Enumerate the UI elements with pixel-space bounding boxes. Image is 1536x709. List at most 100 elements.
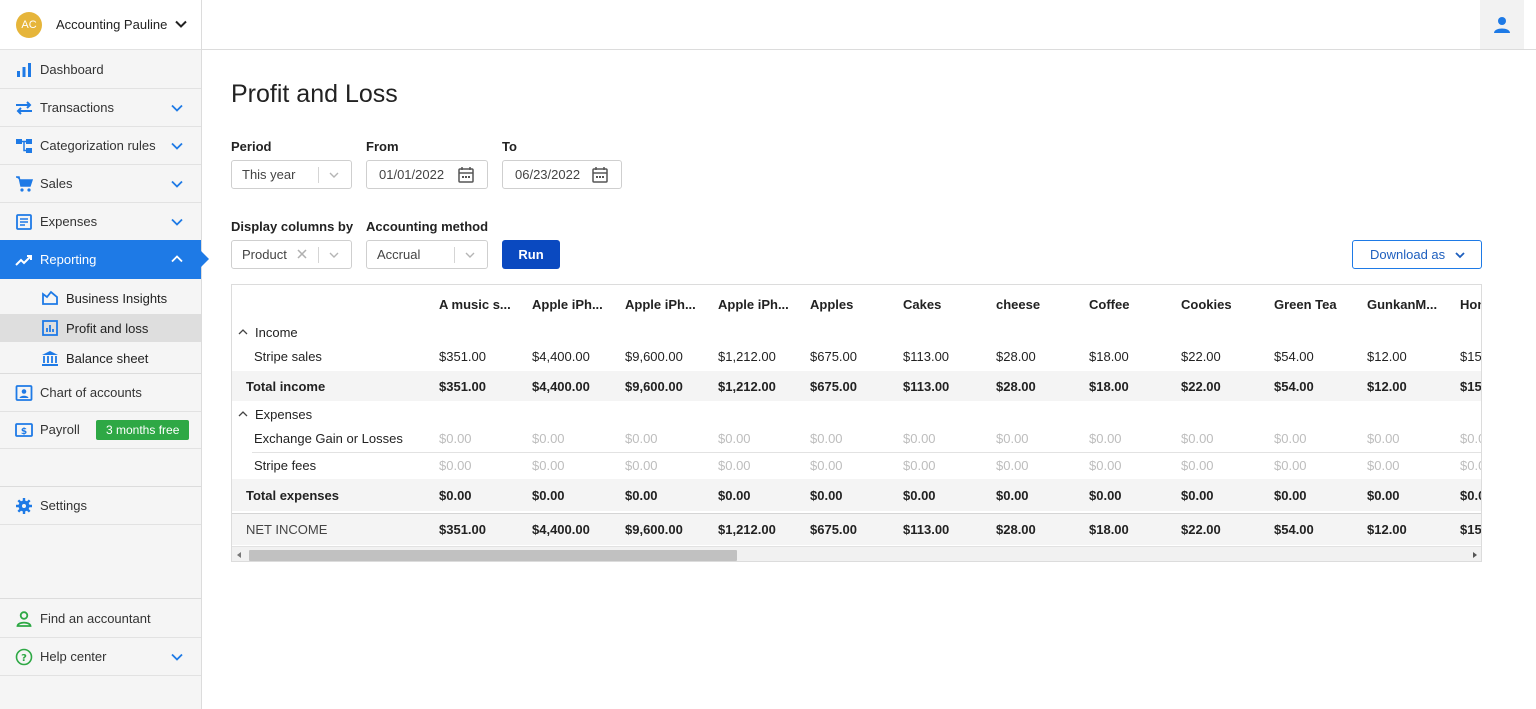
table-cell: $0.00	[903, 487, 936, 503]
table-cell: $18.00	[1089, 348, 1129, 364]
table-cell: $54.00	[1274, 378, 1314, 394]
table-cell: $0.0	[1460, 430, 1481, 446]
table-cell: $0.00	[625, 457, 658, 473]
column-header: Cakes	[903, 296, 942, 312]
column-header: Cookies	[1181, 296, 1232, 312]
chevron-down-icon[interactable]	[170, 215, 184, 229]
table-cell: $0.00	[1089, 457, 1122, 473]
period-select[interactable]: This year	[231, 160, 352, 189]
from-label: From	[366, 139, 399, 154]
swap-arrows-icon	[14, 98, 34, 118]
nav-label: Settings	[40, 498, 87, 513]
row-label: Stripe fees	[254, 457, 317, 473]
table-cell: $351.00	[439, 378, 486, 394]
table-cell: $0.00	[1274, 457, 1307, 473]
table-cell: $28.00	[996, 348, 1036, 364]
person-icon	[14, 609, 34, 629]
from-date-input[interactable]: 01/01/2022	[366, 160, 488, 189]
table-cell: $0.00	[1367, 487, 1400, 503]
calendar-icon[interactable]	[591, 166, 609, 184]
table-cell: $1,212.00	[718, 378, 776, 394]
table-cell: $1,212.00	[718, 348, 776, 364]
nav-reporting[interactable]: Reporting	[0, 240, 209, 279]
run-button[interactable]: Run	[502, 240, 560, 269]
chevron-down-icon[interactable]	[170, 101, 184, 115]
svg-text:$: $	[21, 427, 27, 437]
table-cell: $0.00	[532, 487, 565, 503]
table-cell: $0.00	[1089, 430, 1122, 446]
chevron-down-icon[interactable]	[174, 17, 188, 31]
nav-help-center[interactable]: ? Help center	[0, 638, 201, 676]
table-cell: $0.00	[718, 457, 751, 473]
horizontal-scrollbar[interactable]	[232, 546, 1481, 561]
to-date-input[interactable]: 06/23/2022	[502, 160, 622, 189]
download-as-button[interactable]: Download as	[1352, 240, 1482, 269]
nav-label: Categorization rules	[40, 138, 156, 153]
chevron-up-icon[interactable]	[170, 252, 184, 266]
chevron-up-icon[interactable]	[238, 409, 248, 419]
nav-transactions[interactable]: Transactions	[0, 89, 201, 127]
nav-payroll[interactable]: $ Payroll 3 months free	[0, 411, 201, 449]
scroll-thumb[interactable]	[249, 550, 737, 561]
nav-dashboard[interactable]: Dashboard	[0, 51, 201, 89]
table-cell: $351.00	[439, 522, 486, 537]
table-cell: $0.00	[903, 430, 936, 446]
shopping-cart-icon	[14, 174, 34, 194]
chevron-up-icon[interactable]	[238, 327, 248, 337]
nav-sales[interactable]: Sales	[0, 165, 201, 203]
table-cell: $9,600.00	[625, 378, 683, 394]
report-table: A music s... Apple iPh... Apple iPh... Appl…	[231, 284, 1482, 562]
display-columns-select[interactable]: Product	[231, 240, 352, 269]
table-cell: $0.0	[1460, 457, 1481, 473]
table-cell: $0.00	[718, 430, 751, 446]
top-bar	[202, 0, 1536, 50]
nav-chart-of-accounts[interactable]: Chart of accounts	[0, 374, 201, 412]
company-switcher[interactable]: AC Accounting Pauline	[0, 0, 201, 50]
report-icon	[40, 318, 60, 338]
nav-settings[interactable]: Settings	[0, 487, 201, 525]
column-header: Apple iPh...	[532, 296, 603, 312]
table-row-total-expenses: Total expenses $0.00 $0.00 $0.00 $0.00 $0.00 $…	[232, 479, 1481, 511]
scroll-left-arrow[interactable]	[237, 552, 241, 558]
column-header: cheese	[996, 296, 1041, 312]
bar-chart-icon	[14, 60, 34, 80]
sidebar: AC Accounting Pauline Dashboard Transact…	[0, 0, 209, 709]
section-label: Income	[255, 324, 298, 340]
table-cell: $0.00	[1181, 487, 1214, 503]
table-cell: $12.00	[1367, 522, 1407, 537]
table-cell: $28.00	[996, 378, 1036, 394]
chevron-down-icon[interactable]	[170, 650, 184, 664]
accounting-method-select[interactable]: Accrual	[366, 240, 488, 269]
table-cell: $675.00	[810, 522, 857, 537]
table-cell: $1,212.00	[718, 522, 776, 537]
clear-icon[interactable]	[295, 247, 309, 261]
column-header: Apple iPh...	[625, 296, 696, 312]
nav-profit-and-loss[interactable]: Profit and loss	[0, 314, 201, 342]
nav-label: Payroll	[40, 422, 80, 437]
chevron-down-icon[interactable]	[170, 139, 184, 153]
table-cell: $675.00	[810, 348, 857, 364]
table-cell: $12.00	[1367, 348, 1407, 364]
nav-label: Find an accountant	[40, 611, 151, 626]
nav-expenses[interactable]: Expenses	[0, 203, 201, 241]
scroll-right-arrow[interactable]	[1473, 552, 1477, 558]
table-row: Stripe fees $0.00 $0.00 $0.00 $0.00 $0.00 $0.0…	[232, 452, 1481, 478]
svg-text:?: ?	[21, 653, 27, 664]
table-cell: $0.00	[903, 457, 936, 473]
nav-balance-sheet[interactable]: Balance sheet	[0, 344, 201, 372]
nav-categorization-rules[interactable]: Categorization rules	[0, 127, 201, 165]
table-cell: $4,400.00	[532, 522, 590, 537]
section-row-expenses[interactable]: Expenses	[232, 401, 1481, 427]
calendar-icon[interactable]	[457, 166, 475, 184]
user-menu-button[interactable]	[1480, 0, 1524, 49]
display-columns-label: Display columns by	[231, 219, 354, 234]
promo-badge: 3 months free	[96, 420, 190, 440]
table-cell: $113.00	[903, 348, 950, 364]
table-cell: $28.00	[996, 522, 1036, 537]
nav-business-insights[interactable]: Business Insights	[0, 284, 201, 312]
chevron-down-icon[interactable]	[170, 177, 184, 191]
nav-find-accountant[interactable]: Find an accountant	[0, 600, 201, 638]
section-row-income[interactable]: Income	[232, 319, 1481, 345]
table-cell: $0.00	[996, 430, 1029, 446]
chevron-down-icon	[465, 252, 475, 258]
